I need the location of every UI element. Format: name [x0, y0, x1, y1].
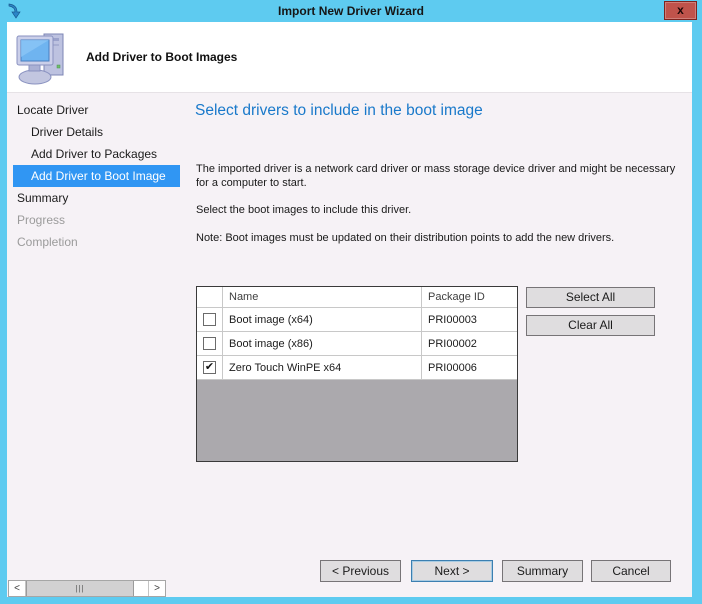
window-title: Import New Driver Wizard	[0, 0, 702, 22]
step-locate-driver[interactable]: Locate Driver	[7, 99, 187, 121]
clear-all-button[interactable]: Clear All	[526, 315, 655, 336]
scrollbar-thumb[interactable]: |||	[26, 581, 134, 596]
steps-horizontal-scrollbar[interactable]: < ||| >	[8, 580, 166, 597]
instruction-text: The imported driver is a network card dr…	[196, 163, 685, 259]
row-name: Boot image (x64)	[223, 308, 422, 331]
row-name: Boot image (x86)	[223, 332, 422, 355]
table-row[interactable]: Zero Touch WinPE x64 PRI00006	[197, 356, 517, 380]
page-heading: Select drivers to include in the boot im…	[195, 102, 483, 120]
scrollbar-track[interactable]	[134, 581, 148, 596]
step-add-driver-to-boot-image[interactable]: Add Driver to Boot Image	[13, 165, 180, 187]
row-checkbox[interactable]	[203, 361, 216, 374]
select-all-button[interactable]: Select All	[526, 287, 655, 308]
step-driver-details[interactable]: Driver Details	[7, 121, 187, 143]
table-row[interactable]: Boot image (x64) PRI00003	[197, 308, 517, 332]
row-package-id: PRI00002	[422, 332, 517, 355]
summary-button[interactable]: Summary	[502, 560, 583, 582]
wizard-steps-nav: Locate Driver Driver Details Add Driver …	[7, 99, 187, 253]
paragraph-driver-info: The imported driver is a network card dr…	[196, 163, 685, 190]
row-checkbox[interactable]	[203, 313, 216, 326]
paragraph-note: Note: Boot images must be updated on the…	[196, 232, 685, 246]
table-header-row: Name Package ID	[197, 287, 517, 308]
paragraph-select-instruction: Select the boot images to include this d…	[196, 204, 685, 218]
wizard-header: Add Driver to Boot Images	[7, 22, 692, 93]
header-package-id[interactable]: Package ID	[422, 287, 517, 307]
header-name[interactable]: Name	[223, 287, 422, 307]
wizard-page-title: Add Driver to Boot Images	[86, 22, 237, 93]
close-button[interactable]: x	[664, 1, 697, 20]
scroll-right-icon[interactable]: >	[148, 581, 165, 596]
row-package-id: PRI00003	[422, 308, 517, 331]
row-package-id: PRI00006	[422, 356, 517, 379]
previous-button[interactable]: < Previous	[320, 560, 401, 582]
step-add-driver-to-packages[interactable]: Add Driver to Packages	[7, 143, 187, 165]
title-bar: Import New Driver Wizard x	[0, 0, 702, 22]
step-summary[interactable]: Summary	[7, 187, 187, 209]
table-row[interactable]: Boot image (x86) PRI00002	[197, 332, 517, 356]
main-pane: Select drivers to include in the boot im…	[187, 93, 692, 597]
step-completion: Completion	[7, 231, 187, 253]
cancel-button[interactable]: Cancel	[591, 560, 671, 582]
header-checkbox-column	[197, 287, 223, 307]
step-progress: Progress	[7, 209, 187, 231]
row-checkbox[interactable]	[203, 337, 216, 350]
client-area: Add Driver to Boot Images Locate Driver …	[7, 22, 692, 597]
computer-icon	[13, 27, 71, 87]
wizard-window: Import New Driver Wizard x Add Driver to…	[0, 0, 702, 604]
row-name: Zero Touch WinPE x64	[223, 356, 422, 379]
scroll-left-icon[interactable]: <	[9, 581, 26, 596]
next-button[interactable]: Next >	[411, 560, 493, 582]
boot-images-table: Name Package ID Boot image (x64) PRI0000…	[196, 286, 518, 462]
